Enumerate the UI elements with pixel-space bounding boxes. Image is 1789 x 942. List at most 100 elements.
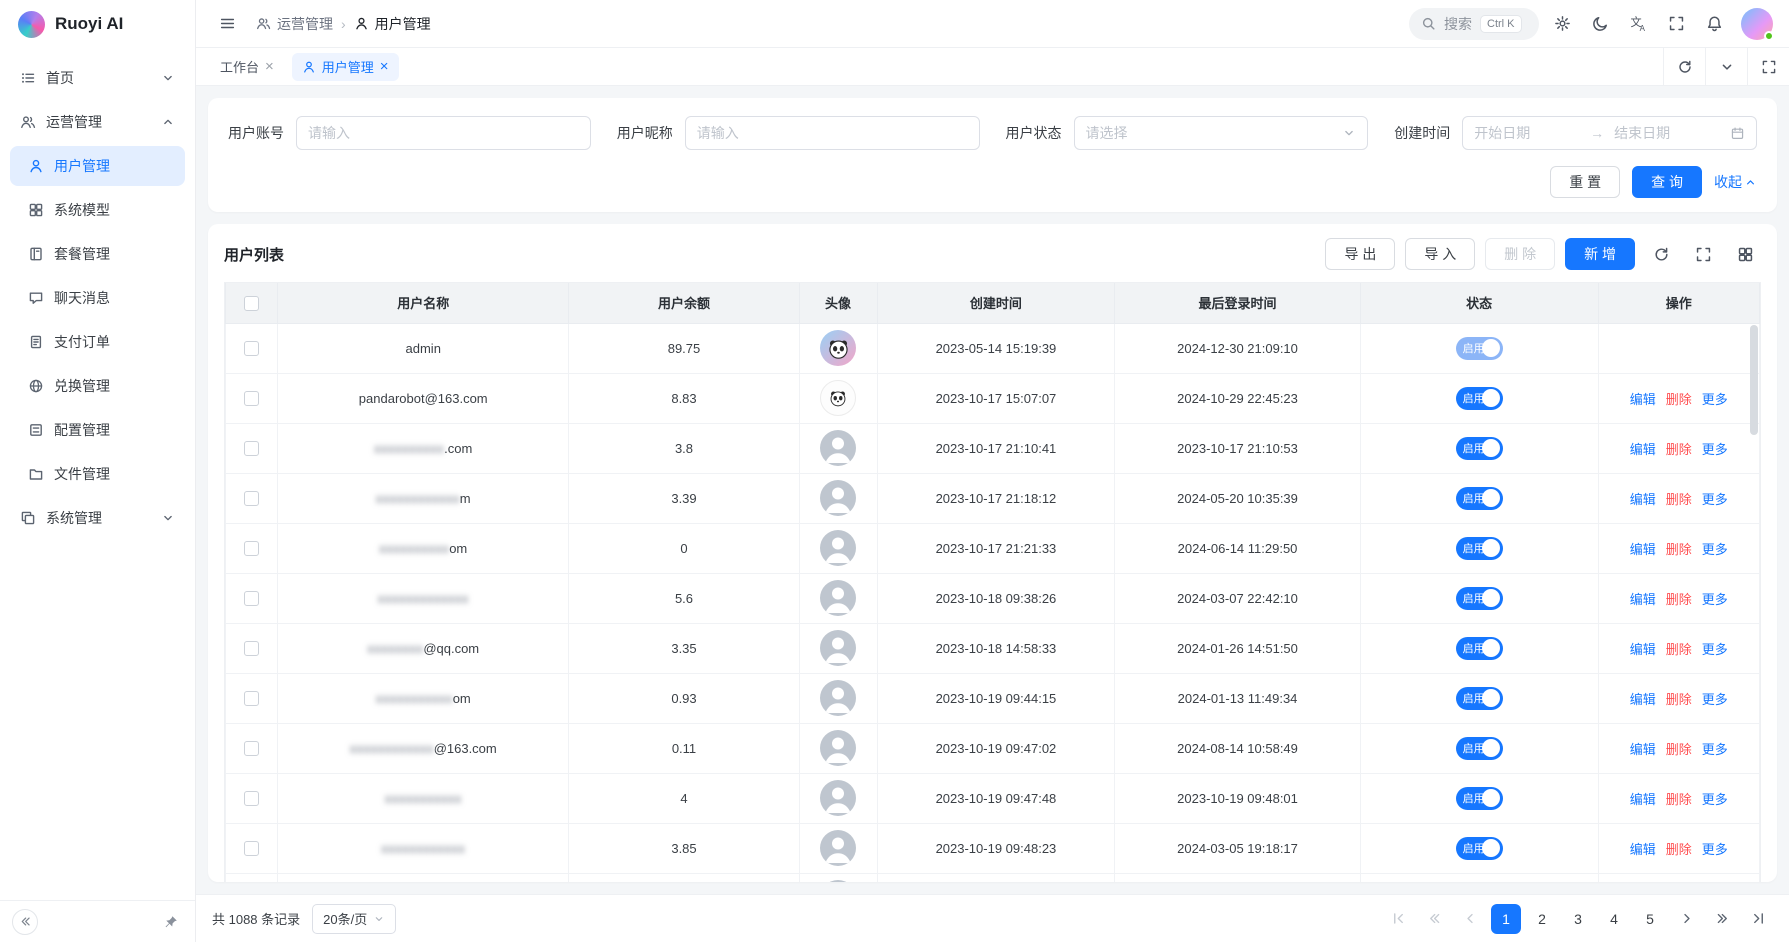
- status-switch[interactable]: 启用: [1456, 737, 1503, 760]
- close-icon[interactable]: ×: [380, 59, 389, 74]
- row-checkbox[interactable]: [244, 641, 259, 656]
- page-button-3[interactable]: 3: [1563, 904, 1593, 934]
- status-switch[interactable]: 启用: [1456, 537, 1503, 560]
- row-checkbox[interactable]: [244, 691, 259, 706]
- more-link[interactable]: 更多: [1702, 839, 1728, 858]
- table-fullscreen-button[interactable]: [1687, 238, 1719, 270]
- next-page-button[interactable]: [1671, 904, 1701, 934]
- breadcrumb-item-operations[interactable]: 运营管理: [256, 14, 333, 34]
- delete-link[interactable]: 删除: [1666, 439, 1692, 458]
- more-link[interactable]: 更多: [1702, 639, 1728, 658]
- status-switch[interactable]: 启用: [1456, 837, 1503, 860]
- delete-link[interactable]: 删除: [1666, 789, 1692, 808]
- language-button[interactable]: [1623, 9, 1653, 39]
- content-fullscreen-button[interactable]: [1747, 48, 1789, 85]
- fullscreen-button[interactable]: [1661, 9, 1691, 39]
- breadcrumb-item-user-management[interactable]: 用户管理: [354, 14, 431, 34]
- delete-link[interactable]: 删除: [1666, 689, 1692, 708]
- status-switch[interactable]: 启用: [1456, 637, 1503, 660]
- more-link[interactable]: 更多: [1702, 689, 1728, 708]
- dark-mode-button[interactable]: [1585, 9, 1615, 39]
- row-checkbox[interactable]: [244, 391, 259, 406]
- delete-link[interactable]: 删除: [1666, 389, 1692, 408]
- delete-link[interactable]: 删除: [1666, 589, 1692, 608]
- more-link[interactable]: 更多: [1702, 439, 1728, 458]
- edit-link[interactable]: 编辑: [1630, 539, 1656, 558]
- settings-button[interactable]: [1547, 9, 1577, 39]
- edit-link[interactable]: 编辑: [1630, 739, 1656, 758]
- hamburger-menu-button[interactable]: [212, 9, 242, 39]
- row-checkbox[interactable]: [244, 591, 259, 606]
- page-button-2[interactable]: 2: [1527, 904, 1557, 934]
- status-select[interactable]: 请选择: [1074, 116, 1369, 150]
- page-size-select[interactable]: 20条/页: [312, 904, 396, 934]
- refresh-tab-button[interactable]: [1663, 48, 1705, 85]
- prev-page-button[interactable]: [1455, 904, 1485, 934]
- row-checkbox[interactable]: [244, 341, 259, 356]
- sidebar-item-operations[interactable]: 运营管理: [10, 102, 185, 142]
- import-button[interactable]: 导 入: [1405, 238, 1475, 270]
- status-switch[interactable]: 启用: [1456, 437, 1503, 460]
- add-button[interactable]: 新 增: [1565, 238, 1635, 270]
- scrollbar-thumb[interactable]: [1750, 325, 1758, 435]
- first-page-button[interactable]: [1383, 904, 1413, 934]
- sidebar-item-chat-messages[interactable]: 聊天消息: [10, 278, 185, 318]
- more-link[interactable]: 更多: [1702, 389, 1728, 408]
- collapse-filters-link[interactable]: 收起: [1714, 172, 1757, 192]
- delete-link[interactable]: 删除: [1666, 839, 1692, 858]
- more-link[interactable]: 更多: [1702, 589, 1728, 608]
- brand[interactable]: Ruoyi AI: [0, 0, 195, 48]
- edit-link[interactable]: 编辑: [1630, 789, 1656, 808]
- edit-link[interactable]: 编辑: [1630, 839, 1656, 858]
- status-switch[interactable]: 启用: [1456, 487, 1503, 510]
- last-page-button[interactable]: [1743, 904, 1773, 934]
- search-button[interactable]: 查 询: [1632, 166, 1702, 198]
- edit-link[interactable]: 编辑: [1630, 639, 1656, 658]
- edit-link[interactable]: 编辑: [1630, 439, 1656, 458]
- notifications-button[interactable]: [1699, 9, 1729, 39]
- status-switch[interactable]: 启用: [1456, 587, 1503, 610]
- sidebar-item-file-management[interactable]: 文件管理: [10, 454, 185, 494]
- delete-link[interactable]: 删除: [1666, 539, 1692, 558]
- page-button-1[interactable]: 1: [1491, 904, 1521, 934]
- delete-link[interactable]: 删除: [1666, 739, 1692, 758]
- edit-link[interactable]: 编辑: [1630, 689, 1656, 708]
- row-checkbox[interactable]: [244, 791, 259, 806]
- sidebar-collapse-button[interactable]: [12, 909, 38, 935]
- select-all-checkbox[interactable]: [244, 296, 259, 311]
- column-settings-button[interactable]: [1729, 238, 1761, 270]
- row-checkbox[interactable]: [244, 741, 259, 756]
- edit-link[interactable]: 编辑: [1630, 389, 1656, 408]
- tab-options-button[interactable]: [1705, 48, 1747, 85]
- user-avatar[interactable]: [1741, 8, 1773, 40]
- forward-5-pages-button[interactable]: [1707, 904, 1737, 934]
- pin-sidebar-button[interactable]: [159, 910, 183, 934]
- more-link[interactable]: 更多: [1702, 489, 1728, 508]
- status-switch[interactable]: 启用: [1456, 787, 1503, 810]
- page-button-5[interactable]: 5: [1635, 904, 1665, 934]
- sidebar-item-payment-orders[interactable]: 支付订单: [10, 322, 185, 362]
- export-button[interactable]: 导 出: [1325, 238, 1395, 270]
- date-range-picker[interactable]: 开始日期 → 结束日期: [1462, 116, 1757, 150]
- sidebar-item-user-management[interactable]: 用户管理: [10, 146, 185, 186]
- row-checkbox[interactable]: [244, 841, 259, 856]
- delete-button[interactable]: 删 除: [1485, 238, 1555, 270]
- row-checkbox[interactable]: [244, 491, 259, 506]
- status-switch[interactable]: 启用: [1456, 337, 1503, 360]
- close-icon[interactable]: ×: [265, 59, 274, 74]
- row-checkbox[interactable]: [244, 441, 259, 456]
- nickname-input[interactable]: [685, 116, 980, 150]
- page-button-4[interactable]: 4: [1599, 904, 1629, 934]
- refresh-table-button[interactable]: [1645, 238, 1677, 270]
- delete-link[interactable]: 删除: [1666, 489, 1692, 508]
- back-5-pages-button[interactable]: [1419, 904, 1449, 934]
- row-checkbox[interactable]: [244, 541, 259, 556]
- sidebar-item-system-model[interactable]: 系统模型: [10, 190, 185, 230]
- tab-workbench[interactable]: 工作台×: [210, 53, 284, 81]
- delete-link[interactable]: 删除: [1666, 639, 1692, 658]
- more-link[interactable]: 更多: [1702, 739, 1728, 758]
- edit-link[interactable]: 编辑: [1630, 489, 1656, 508]
- sidebar-item-plan-management[interactable]: 套餐管理: [10, 234, 185, 274]
- status-switch[interactable]: 启用: [1456, 387, 1503, 410]
- more-link[interactable]: 更多: [1702, 539, 1728, 558]
